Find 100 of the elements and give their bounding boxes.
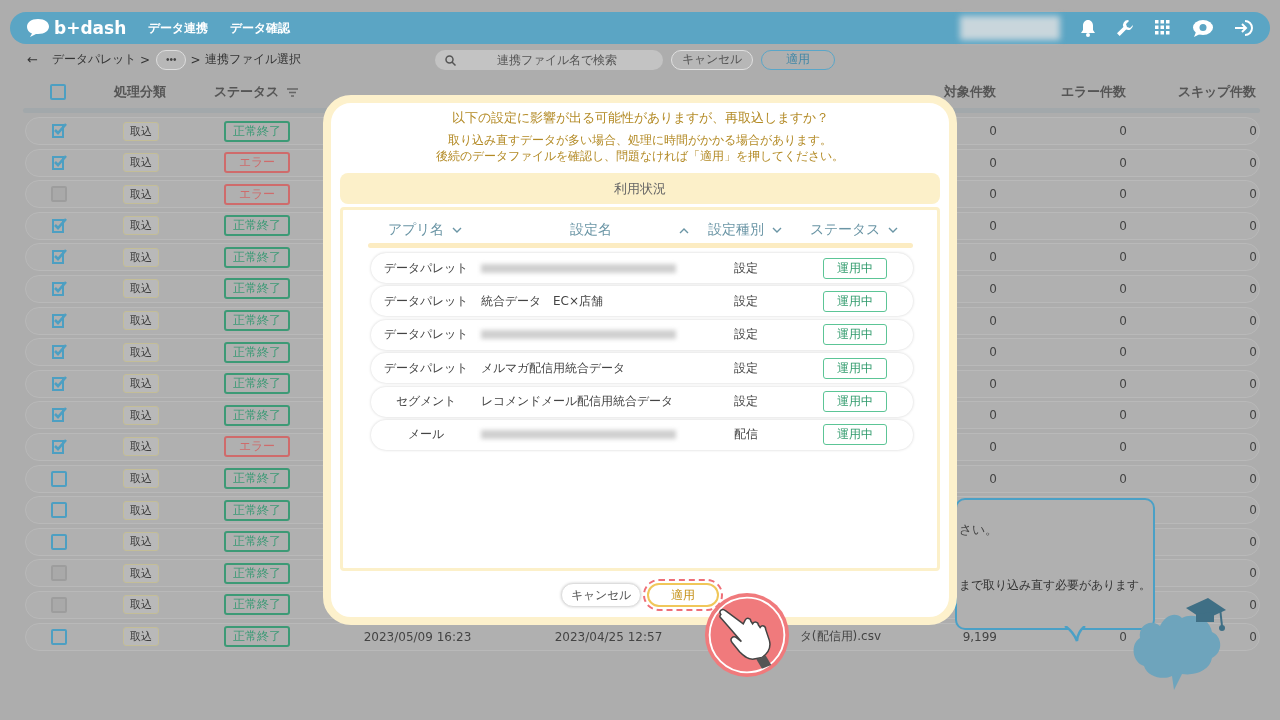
column-header[interactable]: アプリ名 [388,221,444,239]
category-tag: 取込 [123,279,159,299]
dialog-note: 取り込み直すデータが多い場合、処理に時間がかかる場合があります。 [448,132,832,148]
status-tag: 運用中 [822,357,887,379]
bubble-tail [1063,626,1087,642]
category-tag: 取込 [123,563,159,583]
checked-checkbox[interactable] [51,375,69,392]
table-cell: 0 [1119,439,1127,454]
table-cell: 0 [1119,187,1127,202]
category-tag: 取込 [123,184,159,204]
table-cell: 0 [1119,124,1127,138]
nav-link[interactable]: データ確認 [230,20,291,36]
table-cell: 0 [1119,281,1127,296]
grid-icon[interactable] [1154,19,1172,37]
more-button[interactable]: ••• [155,49,187,70]
table-cell: タ(配信用).csv [799,628,881,645]
breadcrumb-separator: > [139,52,150,67]
checked-checkbox[interactable] [51,249,69,266]
sign-out-icon[interactable] [1234,19,1256,37]
table-cell: 0 [1249,439,1257,454]
status-tag: 正常終了 [224,246,290,268]
chevron-icon[interactable] [888,226,898,234]
table-cell: 0 [989,218,997,233]
table-cell: セグメント [396,393,456,411]
table-cell: データパレット [384,292,468,310]
checked-checkbox[interactable] [51,438,69,455]
column-header[interactable]: ステータス [214,83,279,101]
table-cell: 0 [1249,187,1257,202]
status-tag: エラー [224,152,290,174]
cancel-button[interactable]: キャンセル [670,49,753,70]
status-tag: 運用中 [822,391,887,413]
checkbox[interactable] [51,628,67,645]
table-cell: 2023/04/25 12:57 [554,629,663,644]
checked-checkbox[interactable] [51,312,69,329]
column-header[interactable]: 設定名 [570,221,612,239]
checkbox[interactable] [51,502,67,519]
checkbox[interactable] [51,533,67,550]
status-tag: 正常終了 [224,373,290,395]
column-header[interactable]: 設定種別 [708,221,764,239]
table-cell: 9,199 [962,629,997,644]
nav-link[interactable]: データ連携 [148,20,209,36]
table-cell: 2023/05/09 16:23 [363,629,472,644]
table-cell: 0 [1249,281,1257,296]
table-cell: 0 [1249,313,1257,328]
checked-checkbox[interactable] [51,280,69,297]
checked-checkbox[interactable] [51,123,69,139]
checkbox[interactable] [51,470,67,487]
checked-checkbox[interactable] [51,217,69,234]
table-cell: メール [408,426,444,444]
table-cell: 0 [989,250,997,265]
checked-checkbox[interactable] [51,154,69,171]
table-cell: 設定 [734,259,758,277]
table-cell: 0 [1249,155,1257,170]
status-tag: 正常終了 [224,341,290,363]
category-tag: 取込 [123,627,159,646]
select-all-checkbox[interactable] [50,84,66,100]
checked-checkbox[interactable] [51,344,69,361]
category-tag: 取込 [123,153,159,173]
section-title: 利用状況 [614,179,666,198]
breadcrumb-link[interactable]: データパレット [51,51,136,68]
chevron-icon[interactable] [452,226,462,234]
table-cell: 0 [989,124,997,138]
table-cell: 統合データ EC×店舗 [481,292,603,310]
search-field[interactable]: 連携ファイル名で検索 [434,49,663,70]
wrench-icon[interactable] [1116,19,1134,37]
table-cell: 0 [1249,345,1257,360]
apply-button[interactable]: 適用 [760,49,835,70]
table-cell: 設定 [734,393,758,411]
category-tag: 取込 [123,311,159,331]
table-cell: 0 [1249,408,1257,423]
category-tag: 取込 [123,342,159,362]
chat-icon[interactable] [1192,19,1214,37]
table-cell: 0 [1119,313,1127,328]
status-tag: エラー [224,183,290,205]
filter-icon[interactable] [287,87,298,97]
table-cell: 設定 [734,292,758,310]
table-cell: 0 [989,439,997,454]
chevron-icon[interactable] [679,226,689,234]
table-cell: 設定 [734,359,758,377]
table-cell: 0 [989,471,997,486]
table-cell: 配信 [734,426,758,444]
table-cell: 0 [1249,124,1257,138]
status-tag: 正常終了 [224,215,290,237]
cancel-button[interactable]: キャンセル [561,583,641,607]
column-header[interactable]: 対象件数 [944,83,996,101]
bell-icon[interactable] [1080,19,1096,37]
status-tag: 正常終了 [224,626,290,647]
dialog-title: 以下の設定に影響が出る可能性がありますが、再取込しますか？ [451,109,829,126]
column-header[interactable]: 処理分類 [114,83,166,101]
column-header[interactable]: エラー件数 [1061,83,1126,101]
column-header[interactable]: スキップ件数 [1178,83,1256,101]
table-cell: 0 [1249,471,1257,486]
checked-checkbox[interactable] [51,407,69,424]
status-tag: 正常終了 [224,499,290,521]
chevron-icon[interactable] [772,226,782,234]
table-cell: 0 [1249,250,1257,265]
table-cell: 0 [1249,218,1257,233]
back-button[interactable]: ← [27,52,38,67]
category-tag: 取込 [123,532,159,552]
column-header[interactable]: ステータス [810,221,880,239]
